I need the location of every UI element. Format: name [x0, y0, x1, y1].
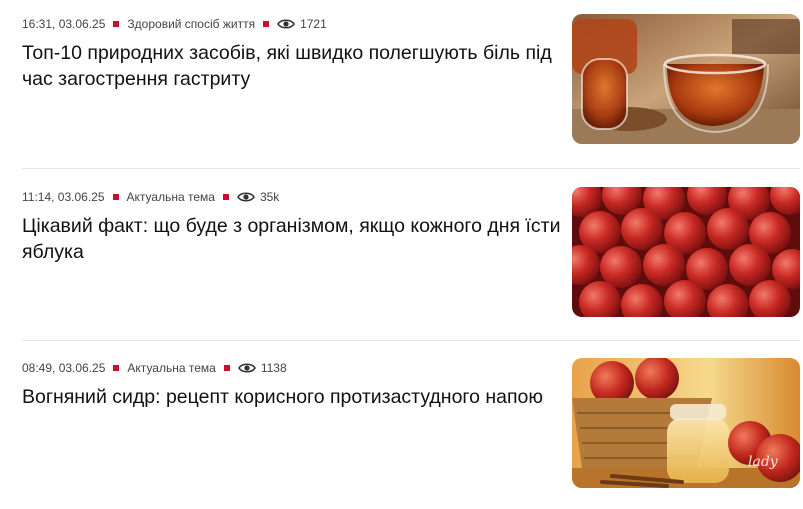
article-meta: 16:31, 03.06.25 Здоровий спосіб життя 17…: [22, 14, 327, 34]
tea-cups-photo[interactable]: [572, 14, 800, 144]
article-category-link[interactable]: Здоровий спосіб життя: [127, 17, 255, 31]
article-time: 16:31, 03.06.25: [22, 17, 106, 31]
red-square-icon: [222, 194, 229, 200]
red-square-icon: [263, 21, 270, 27]
eye-icon: [237, 192, 255, 202]
news-feed: 16:31, 03.06.25 Здоровий спосіб життя 17…: [0, 0, 803, 509]
watermark-logo: lady: [748, 454, 779, 470]
article-meta: 08:49, 03.06.25 Актуальна тема 1138: [22, 358, 287, 378]
article-meta: 11:14, 03.06.25 Актуальна тема 35k: [22, 187, 279, 207]
red-square-icon: [113, 365, 120, 371]
article-card[interactable]: 11:14, 03.06.25 Актуальна тема 35k Цікав…: [22, 187, 803, 317]
red-square-icon: [112, 194, 119, 200]
article-divider: [22, 168, 800, 169]
article-title-link[interactable]: Цікавий факт: що буде з організмом, якщо…: [22, 213, 562, 265]
article-category-link[interactable]: Актуальна тема: [127, 190, 215, 204]
red-apples-photo[interactable]: [572, 187, 800, 317]
view-count: 1138: [260, 361, 287, 375]
article-category-link[interactable]: Актуальна тема: [127, 361, 215, 375]
article-title-link[interactable]: Вогняний сидр: рецепт корисного протизас…: [22, 384, 562, 410]
article-card[interactable]: 08:49, 03.06.25 Актуальна тема 1138 Вогн…: [22, 358, 803, 488]
apple-cider-photo[interactable]: lady: [572, 358, 800, 488]
view-count: 1721: [300, 17, 327, 31]
view-count: 35k: [259, 190, 280, 204]
article-divider: [22, 340, 800, 341]
article-card[interactable]: 16:31, 03.06.25 Здоровий спосіб життя 17…: [22, 14, 803, 144]
article-title-link[interactable]: Топ-10 природних засобів, які швидко пол…: [22, 40, 562, 92]
eye-icon: [277, 19, 296, 29]
article-time: 11:14, 03.06.25: [22, 190, 105, 204]
article-time: 08:49, 03.06.25: [22, 361, 106, 375]
red-square-icon: [223, 365, 230, 371]
eye-icon: [237, 363, 256, 373]
red-square-icon: [113, 21, 120, 27]
